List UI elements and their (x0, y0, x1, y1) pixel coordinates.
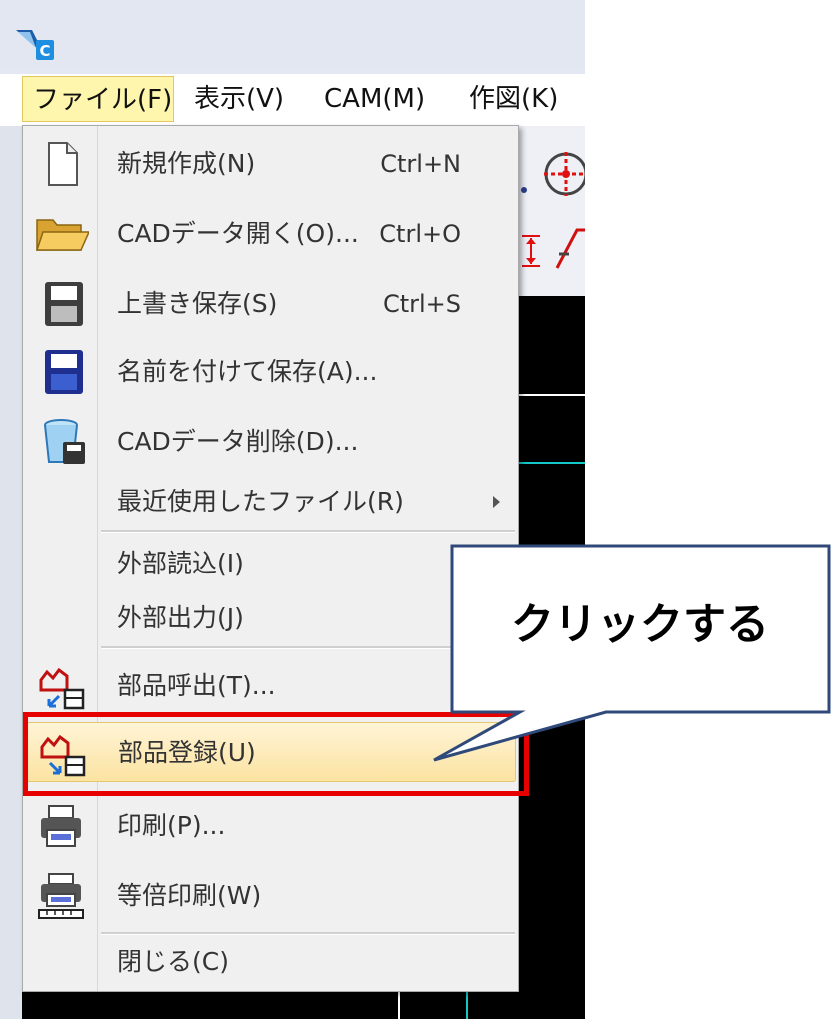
menu-item-label: 上書き保存(S) (117, 289, 278, 318)
crosshair-target-icon[interactable] (540, 148, 585, 200)
highlight-annotation-box (23, 712, 529, 796)
menu-item-label: CADデータ開く(O)... (117, 219, 359, 248)
menu-bar: ファイル(F) 表示(V) CAM(M) 作図(K) (0, 74, 585, 126)
menu-item-shortcut: Ctrl+N (380, 150, 461, 178)
menu-item-shortcut: Ctrl+S (382, 290, 461, 318)
menu-item-open[interactable]: CADデータ開く(O)... Ctrl+O (25, 204, 516, 264)
title-bar: C (0, 0, 585, 70)
menu-item-label: 部品呼出(T)... (117, 671, 276, 700)
file-menu-dropdown: 新規作成(N) Ctrl+N CADデータ開く(O)... Ctrl+O 上書き… (22, 125, 519, 992)
menu-item-label: CADデータ削除(D)... (117, 427, 359, 456)
canvas-line-vertical-white (398, 992, 400, 1019)
menu-item-recent-files[interactable]: 最近使用したファイル(R) (25, 472, 516, 532)
line-tool-icon[interactable] (555, 224, 585, 270)
menu-item-delete[interactable]: CADデータ削除(D)... (25, 412, 516, 472)
menu-item-new[interactable]: 新規作成(N) Ctrl+N (25, 134, 516, 194)
menu-item-close[interactable]: 閉じる(C) (25, 932, 516, 992)
menu-item-label: 名前を付けて保存(A)... (117, 357, 378, 386)
menu-file[interactable]: ファイル(F) (22, 76, 174, 122)
trash-icon (44, 419, 85, 464)
printer-icon (41, 805, 81, 847)
menu-item-label: 外部出力(J) (117, 603, 244, 632)
menu-item-label: 閉じる(C) (117, 947, 229, 976)
svg-text:C: C (39, 42, 50, 60)
menu-item-print[interactable]: 印刷(P)... (25, 796, 516, 856)
menu-draw[interactable]: 作図(K) (459, 76, 585, 122)
menu-cam[interactable]: CAM(M) (314, 76, 449, 122)
dimension-icon[interactable] (518, 226, 548, 276)
menu-item-label: 外部読込(I) (117, 549, 244, 578)
menu-item-label: 等倍印刷(W) (117, 881, 262, 910)
menu-view[interactable]: 表示(V) (184, 76, 304, 122)
menu-item-save[interactable]: 上書き保存(S) Ctrl+S (25, 274, 516, 334)
save-icon (45, 282, 83, 326)
menu-separator (101, 646, 515, 649)
part-call-icon (39, 667, 85, 710)
menu-item-import[interactable]: 外部読込(I) (25, 534, 516, 594)
app-logo-icon: C (16, 30, 54, 60)
menu-item-part-call[interactable]: 部品呼出(T)... (25, 656, 516, 716)
menu-item-save-as[interactable]: 名前を付けて保存(A)... (25, 342, 516, 402)
menu-separator (101, 530, 515, 533)
menu-item-label: 新規作成(N) (117, 149, 256, 178)
folder-open-icon (35, 219, 89, 251)
menu-item-shortcut: Ctrl+O (379, 220, 461, 248)
new-file-icon (48, 142, 78, 186)
printer-scale-icon (38, 873, 84, 919)
menu-item-label: 印刷(P)... (117, 811, 226, 840)
menu-item-print-actual-size[interactable]: 等倍印刷(W) (25, 866, 516, 926)
left-panel-strip (0, 126, 22, 1019)
menu-item-export[interactable]: 外部出力(J) (25, 588, 516, 648)
menu-item-label: 最近使用したファイル(R) (117, 487, 404, 516)
canvas-line-white (519, 394, 585, 396)
save-as-icon (45, 350, 83, 394)
canvas-line-vertical-cyan (466, 992, 468, 1019)
submenu-arrow-icon (493, 496, 500, 508)
toolbar-dot-icon (521, 187, 527, 193)
canvas-line-cyan (519, 462, 585, 464)
callout-text: クリックする (511, 600, 769, 650)
